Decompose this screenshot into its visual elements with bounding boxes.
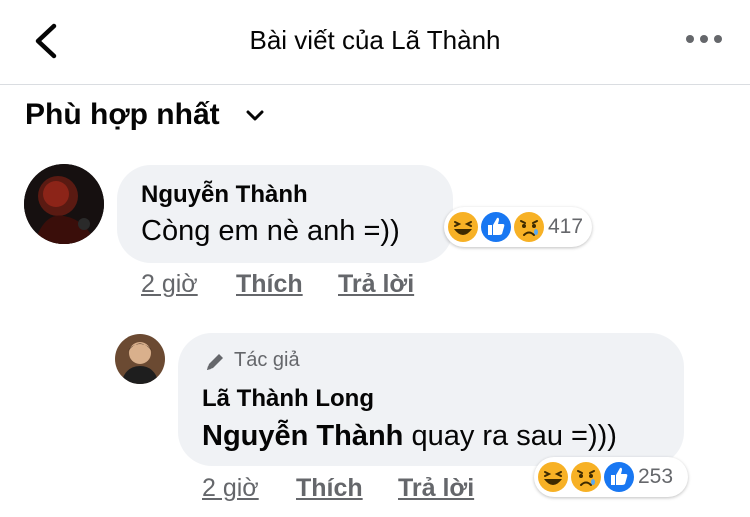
comment-text: Còng em nè anh =)) bbox=[141, 215, 400, 247]
reaction-count: 417 bbox=[548, 215, 584, 238]
haha-reaction-icon bbox=[448, 212, 478, 242]
comment-timestamp[interactable]: 2 giờ bbox=[202, 474, 259, 503]
avatar[interactable] bbox=[24, 164, 104, 244]
avatar[interactable] bbox=[115, 334, 165, 384]
comment-author-name[interactable]: Lã Thành Long bbox=[202, 385, 374, 413]
pen-icon bbox=[207, 354, 223, 370]
like-reaction-icon bbox=[604, 462, 634, 492]
like-button[interactable]: Thích bbox=[296, 474, 363, 503]
mention-link[interactable]: Nguyễn Thành bbox=[202, 420, 403, 452]
header-bar: Bài viết của Lã Thành bbox=[0, 0, 750, 85]
comment-bubble bbox=[117, 165, 453, 263]
sad-reaction-icon bbox=[571, 462, 601, 492]
sort-filter-label[interactable]: Phù hợp nhất bbox=[25, 98, 220, 132]
reply-button[interactable]: Trả lời bbox=[338, 270, 414, 299]
comment-author-name[interactable]: Nguyễn Thành bbox=[141, 181, 308, 209]
haha-reaction-icon bbox=[538, 462, 568, 492]
page-title: Bài viết của Lã Thành bbox=[249, 25, 501, 55]
like-button[interactable]: Thích bbox=[236, 270, 303, 299]
reply-button[interactable]: Trả lời bbox=[398, 474, 474, 503]
comment-text-body: quay ra sau =))) bbox=[411, 420, 617, 452]
sad-reaction-icon bbox=[514, 212, 544, 242]
more-options-icon[interactable] bbox=[684, 27, 724, 51]
comment-timestamp[interactable]: 2 giờ bbox=[141, 270, 198, 299]
reaction-summary[interactable]: 253 bbox=[534, 457, 688, 497]
like-reaction-icon bbox=[481, 212, 511, 242]
reaction-summary[interactable]: 417 bbox=[444, 207, 592, 247]
comment-text: Nguyễn Thành quay ra sau =))) bbox=[202, 420, 617, 453]
reaction-count: 253 bbox=[638, 465, 674, 488]
author-badge-label: Tác giả bbox=[234, 349, 300, 371]
chevron-down-icon[interactable] bbox=[245, 108, 265, 124]
